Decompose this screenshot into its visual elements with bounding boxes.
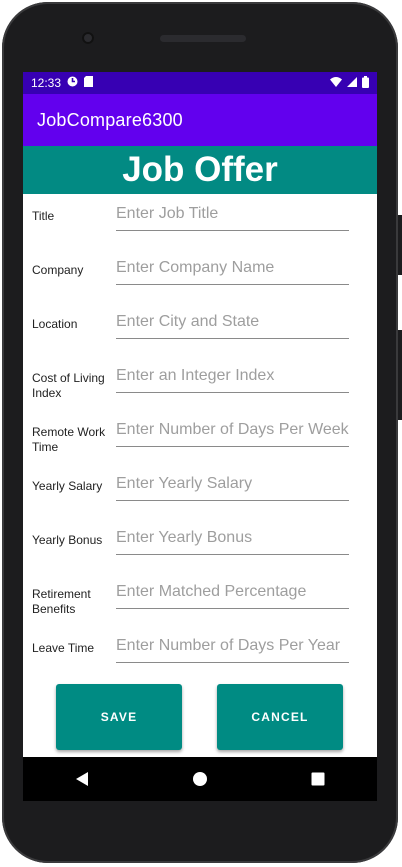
leave-time-label: Leave Time bbox=[32, 641, 95, 655]
retirement-input[interactable]: Enter Matched Percentage bbox=[116, 576, 349, 609]
title-label: Title bbox=[32, 209, 55, 223]
save-button[interactable]: SAVE bbox=[56, 684, 182, 750]
wifi-icon bbox=[330, 76, 342, 90]
company-label: Company bbox=[32, 263, 84, 277]
yearly-salary-input[interactable]: Enter Yearly Salary bbox=[116, 468, 349, 501]
yearly-bonus-label: Yearly Bonus bbox=[32, 533, 103, 547]
phone-top-bezel bbox=[2, 2, 398, 72]
field-row-location: Location Enter City and State bbox=[23, 302, 377, 356]
location-label: Location bbox=[32, 317, 78, 331]
page-title: Job Offer bbox=[122, 150, 278, 189]
back-icon[interactable] bbox=[60, 757, 104, 801]
cost-of-living-label: Cost of Living Index bbox=[32, 371, 105, 400]
app-title: JobCompare6300 bbox=[37, 109, 183, 130]
yearly-salary-label: Yearly Salary bbox=[32, 479, 103, 493]
earpiece-speaker bbox=[160, 35, 246, 42]
retirement-label: Retirement Benefits bbox=[32, 587, 91, 616]
field-row-yearly-salary: Yearly Salary Enter Yearly Salary bbox=[23, 464, 377, 518]
title-input[interactable]: Enter Job Title bbox=[116, 198, 349, 231]
field-row-yearly-bonus: Yearly Bonus Enter Yearly Bonus bbox=[23, 518, 377, 572]
status-time: 12:33 bbox=[31, 76, 62, 90]
cancel-button[interactable]: CANCEL bbox=[217, 684, 343, 750]
field-row-cost-of-living: Cost of Living Index Enter an Integer In… bbox=[23, 356, 377, 410]
page-banner: Job Offer bbox=[23, 146, 377, 194]
yearly-bonus-input[interactable]: Enter Yearly Bonus bbox=[116, 522, 349, 555]
field-row-retirement: Retirement Benefits Enter Matched Percen… bbox=[23, 572, 377, 626]
field-row-leave-time: Leave Time Enter Number of Days Per Year bbox=[23, 626, 377, 680]
sync-icon bbox=[67, 76, 78, 90]
field-row-company: Company Enter Company Name bbox=[23, 248, 377, 302]
system-nav-bar bbox=[23, 757, 377, 801]
remote-work-label: Remote Work Time bbox=[32, 425, 106, 454]
leave-time-input[interactable]: Enter Number of Days Per Year bbox=[116, 630, 349, 663]
volume-button bbox=[398, 330, 402, 420]
remote-work-input[interactable]: Enter Number of Days Per Week bbox=[116, 414, 349, 447]
app-bar: JobCompare6300 bbox=[23, 94, 377, 146]
battery-icon bbox=[362, 75, 369, 91]
home-icon[interactable] bbox=[178, 757, 222, 801]
power-button bbox=[398, 215, 402, 275]
front-camera bbox=[82, 32, 94, 44]
status-bar: 12:33 bbox=[23, 72, 377, 94]
field-row-title: Title Enter Job Title bbox=[23, 194, 377, 248]
sd-card-icon bbox=[84, 76, 94, 90]
company-input[interactable]: Enter Company Name bbox=[116, 252, 349, 285]
signal-icon bbox=[347, 76, 357, 90]
cost-of-living-input[interactable]: Enter an Integer Index bbox=[116, 360, 349, 393]
location-input[interactable]: Enter City and State bbox=[116, 306, 349, 339]
app-screen: 12:33 JobCompare6300 Job Offer Title Ent… bbox=[23, 72, 377, 757]
field-row-remote-work: Remote Work Time Enter Number of Days Pe… bbox=[23, 410, 377, 464]
recents-icon[interactable] bbox=[296, 757, 340, 801]
